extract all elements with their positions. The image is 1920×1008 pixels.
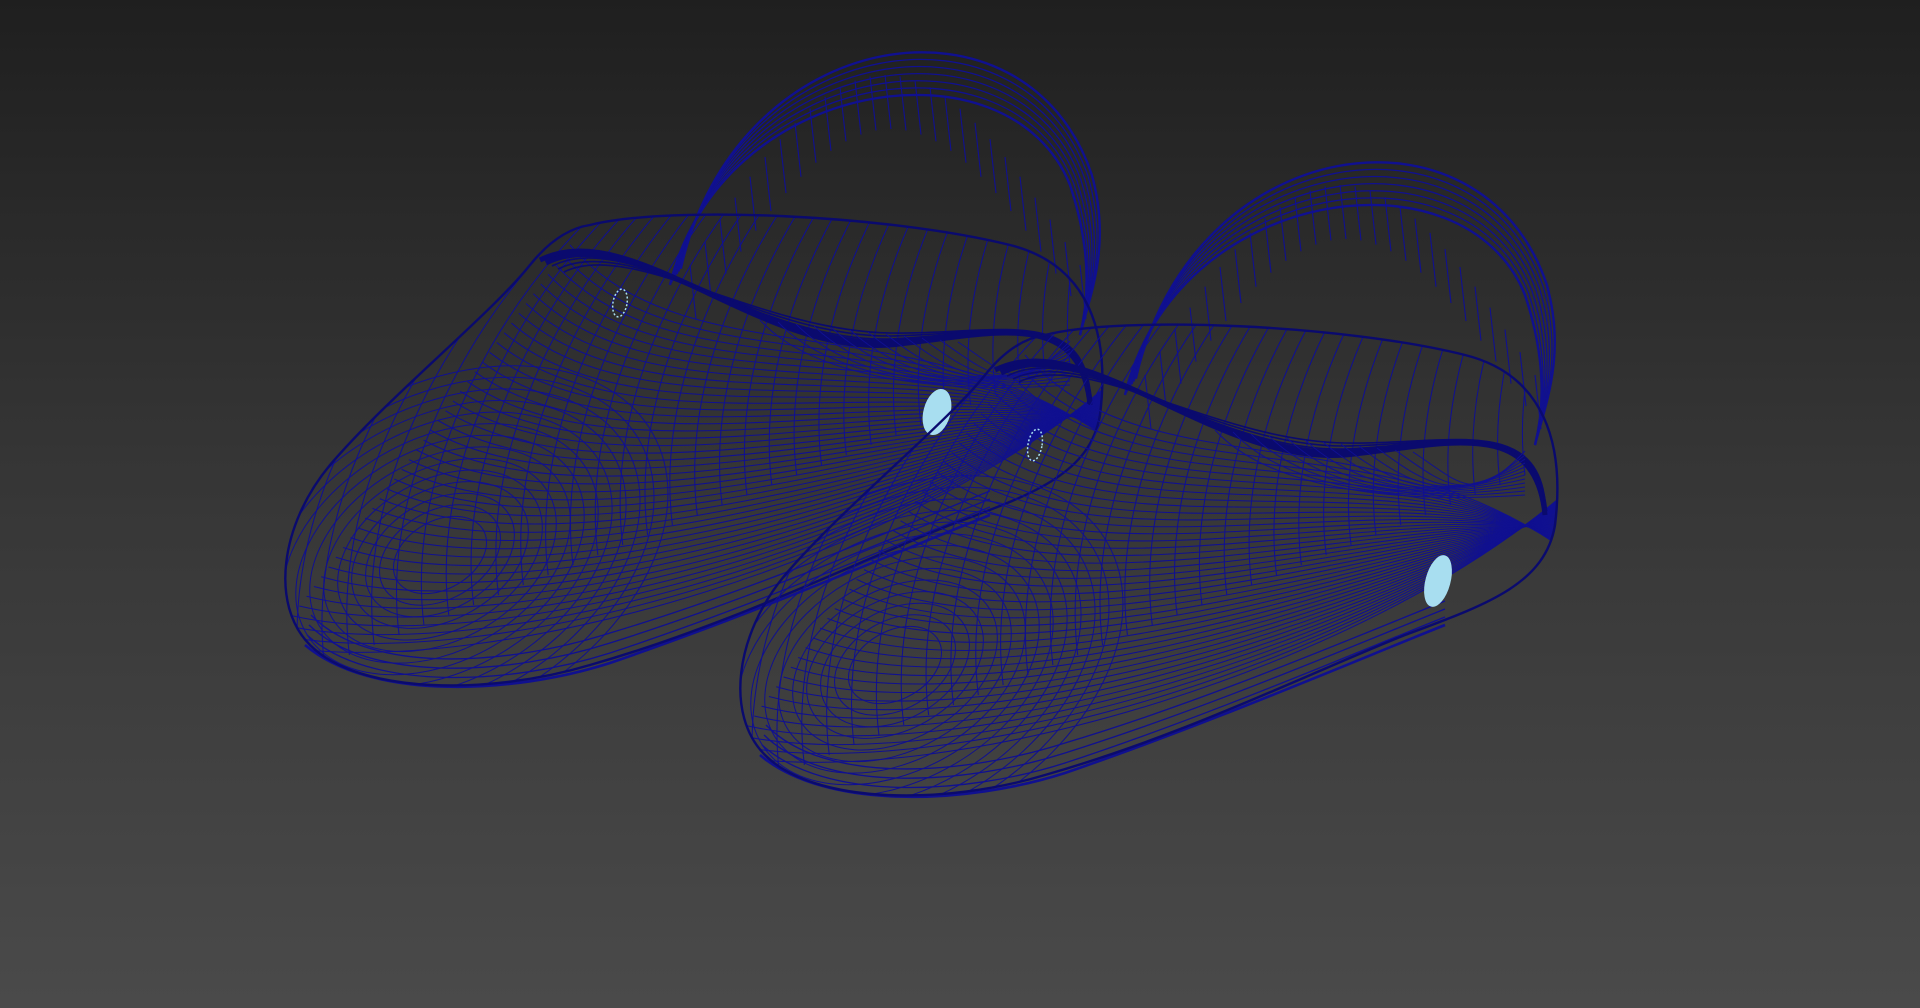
viewport-canvas[interactable]: [0, 0, 1920, 1008]
3d-viewport[interactable]: [0, 0, 1920, 1008]
viewport-background: [0, 0, 1920, 1008]
